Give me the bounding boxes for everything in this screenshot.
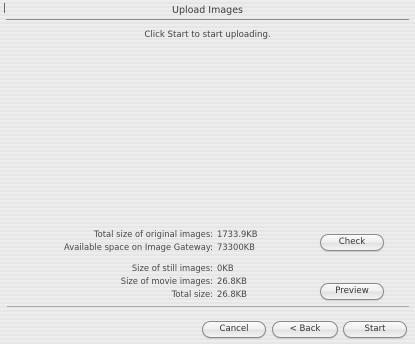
movie-size-label: Size of movie images: [120, 276, 213, 286]
movie-size-value: 26.8KB [217, 276, 247, 286]
check-button[interactable]: Check [320, 234, 384, 251]
window-title: Upload Images [6, 3, 409, 20]
cancel-button[interactable]: Cancel [202, 321, 266, 338]
footer-separator [7, 306, 409, 307]
total-original-label: Total size of original images: [93, 229, 213, 239]
still-size-row: Size of still images: 0KB [0, 263, 415, 274]
available-space-value: 73300KB [217, 242, 255, 252]
window-edge-mark [4, 3, 5, 13]
total-original-value: 1733.9KB [217, 229, 258, 239]
instruction-text: Click Start to start uploading. [144, 30, 271, 40]
still-size-label: Size of still images: [131, 263, 213, 273]
preview-button[interactable]: Preview [320, 283, 384, 300]
available-space-label: Available space on Image Gateway: [64, 242, 213, 252]
start-button[interactable]: Start [343, 321, 407, 338]
total-size-label: Total size: [171, 289, 213, 299]
still-size-value: 0KB [217, 263, 234, 273]
total-size-value: 26.8KB [217, 289, 247, 299]
back-button[interactable]: < Back [272, 321, 338, 338]
